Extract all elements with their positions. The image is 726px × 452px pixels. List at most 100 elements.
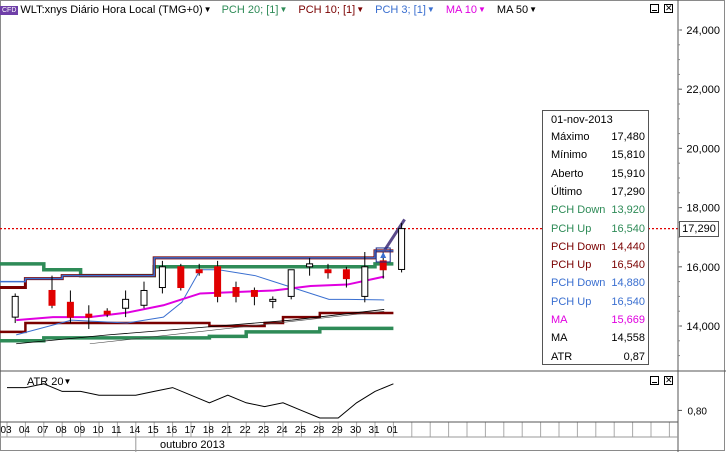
legend-pch3[interactable]: PCH 3; [1]▼ [375, 4, 435, 16]
info-row-label: PCH Down [551, 204, 606, 217]
info-row: Aberto 15,910 [551, 165, 645, 183]
x-tick-label: 16 [166, 425, 178, 436]
atr-label: ATR 20 [27, 376, 64, 388]
dropdown-arrow-icon[interactable]: ▼ [356, 5, 364, 14]
atr-series [7, 383, 394, 419]
dropdown-arrow-icon[interactable]: ▼ [427, 5, 435, 14]
info-row-label: Aberto [551, 167, 584, 180]
info-row-label: PCH Down [551, 277, 606, 290]
info-row-value: 16,540 [611, 259, 645, 272]
minimize-button[interactable] [650, 4, 659, 13]
info-row-label: PCH Down [551, 240, 606, 253]
info-row-label: Mínimo [551, 149, 588, 162]
info-row-value: 0,87 [623, 350, 645, 363]
candle-body [195, 269, 203, 274]
info-row-value: 15,669 [611, 314, 645, 326]
legend-pch3-label: PCH 3; [1] [375, 4, 426, 16]
candle-body [214, 266, 222, 297]
dropdown-arrow-icon[interactable]: ▼ [279, 5, 287, 14]
legend-pch20[interactable]: PCH 20; [1]▼ [222, 4, 288, 16]
x-tick-label: 03 [0, 425, 12, 436]
candle-body [66, 301, 74, 318]
x-tick-label: 18 [203, 425, 215, 436]
info-row: PCH Down 13,920 [551, 201, 645, 219]
candle-body [158, 266, 166, 289]
info-row: ATR 0,87 [551, 348, 645, 366]
close-button[interactable]: ✕ [664, 4, 673, 13]
info-row-value: 15,910 [611, 167, 645, 180]
info-row: PCH Up 16,540 [551, 256, 645, 274]
info-row-value: 14,440 [611, 240, 645, 253]
candle-body [306, 263, 314, 268]
data-window: 01-nov-2013 Máximo 17,480 Mínimo 15,810 Aber… [542, 110, 649, 365]
info-row-label: ATR [551, 350, 573, 363]
info-row-label: PCH Up [551, 222, 592, 235]
atr-tick-label: 0,80 [688, 406, 708, 417]
legend-bar: CFD WLT:xnys Diário Hora Local (TMG+0)▼ P… [0, 1, 548, 19]
y-tick-label: 22,000 [686, 84, 720, 96]
info-row: Último 17,290 [551, 183, 645, 201]
dropdown-arrow-icon[interactable]: ▼ [478, 5, 486, 14]
info-row-value: 13,920 [611, 204, 645, 217]
candle-body [232, 287, 240, 297]
candle-body [85, 313, 93, 318]
info-row: Mínimo 15,810 [551, 146, 645, 164]
atr-minimize-button[interactable] [650, 376, 659, 385]
x-tick-label: 24 [276, 425, 288, 436]
x-tick-label: 31 [368, 425, 380, 436]
x-tick-label: 30 [350, 425, 362, 436]
candle-body [250, 289, 258, 297]
atr-legend[interactable]: ATR 20▼ [27, 376, 71, 388]
x-tick-label: 10 [92, 425, 104, 436]
dropdown-arrow-icon[interactable]: ▼ [529, 5, 537, 14]
y-tick-label: 20,000 [686, 143, 720, 155]
symbol-legend[interactable]: CFD WLT:xnys Diário Hora Local (TMG+0)▼ [0, 4, 212, 16]
x-tick-label: 23 [258, 425, 270, 436]
candle-body [361, 266, 369, 297]
x-tick-label: 25 [295, 425, 307, 436]
current-price-tag: 17,290 [679, 221, 719, 237]
info-row: Máximo 17,480 [551, 128, 645, 146]
info-row: PCH Up 16,540 [551, 220, 645, 238]
x-tick-label: 21 [221, 425, 233, 436]
atr-line [7, 383, 394, 419]
x-tick-label: 22 [240, 425, 252, 436]
legend-pch10[interactable]: PCH 10; [1]▼ [298, 4, 364, 16]
info-row-value: 15,810 [611, 149, 645, 162]
candle-body [398, 228, 406, 270]
x-tick-label: 07 [37, 425, 49, 436]
dropdown-arrow-icon[interactable]: ▼ [63, 377, 71, 386]
legend-pch10-label: PCH 10; [1] [298, 4, 356, 16]
candle-body [103, 310, 111, 315]
x-tick-label: 08 [56, 425, 68, 436]
dropdown-arrow-icon[interactable]: ▼ [204, 5, 212, 14]
info-row-value: 17,480 [611, 131, 645, 143]
candle-body [269, 298, 277, 302]
candle-body [122, 298, 130, 309]
info-row-value: 17,290 [611, 185, 645, 198]
candle-body [342, 269, 350, 280]
info-row: MA 15,669 [551, 311, 645, 329]
info-row-label: PCH Up [551, 259, 592, 272]
y-tick-label: 18,000 [686, 203, 720, 215]
info-row-label: Máximo [551, 131, 590, 143]
x-tick-label: 17 [184, 425, 196, 436]
y-tick-label: 16,000 [686, 262, 720, 274]
info-row-label: MA [551, 332, 568, 345]
legend-ma50[interactable]: MA 50▼ [497, 4, 537, 16]
legend-ma10[interactable]: MA 10▼ [446, 4, 486, 16]
month-label: outubro 2013 [160, 439, 225, 451]
info-row-value: 16,540 [611, 222, 645, 235]
x-tick-label: 28 [313, 425, 325, 436]
candle-body [48, 289, 56, 306]
symbol-label: WLT:xnys Diário Hora Local (TMG+0) [20, 4, 203, 16]
y-tick-label: 14,000 [686, 321, 720, 333]
legend-pch20-label: PCH 20; [1] [221, 4, 279, 16]
candle-body [140, 289, 148, 306]
info-row-label: MA [551, 314, 568, 326]
x-tick-label: 11 [111, 425, 122, 436]
atr-close-button[interactable]: ✕ [664, 376, 673, 385]
info-row: PCH Down 14,880 [551, 274, 645, 292]
info-row-value: 14,880 [611, 277, 645, 290]
x-tick-label: 29 [332, 425, 344, 436]
